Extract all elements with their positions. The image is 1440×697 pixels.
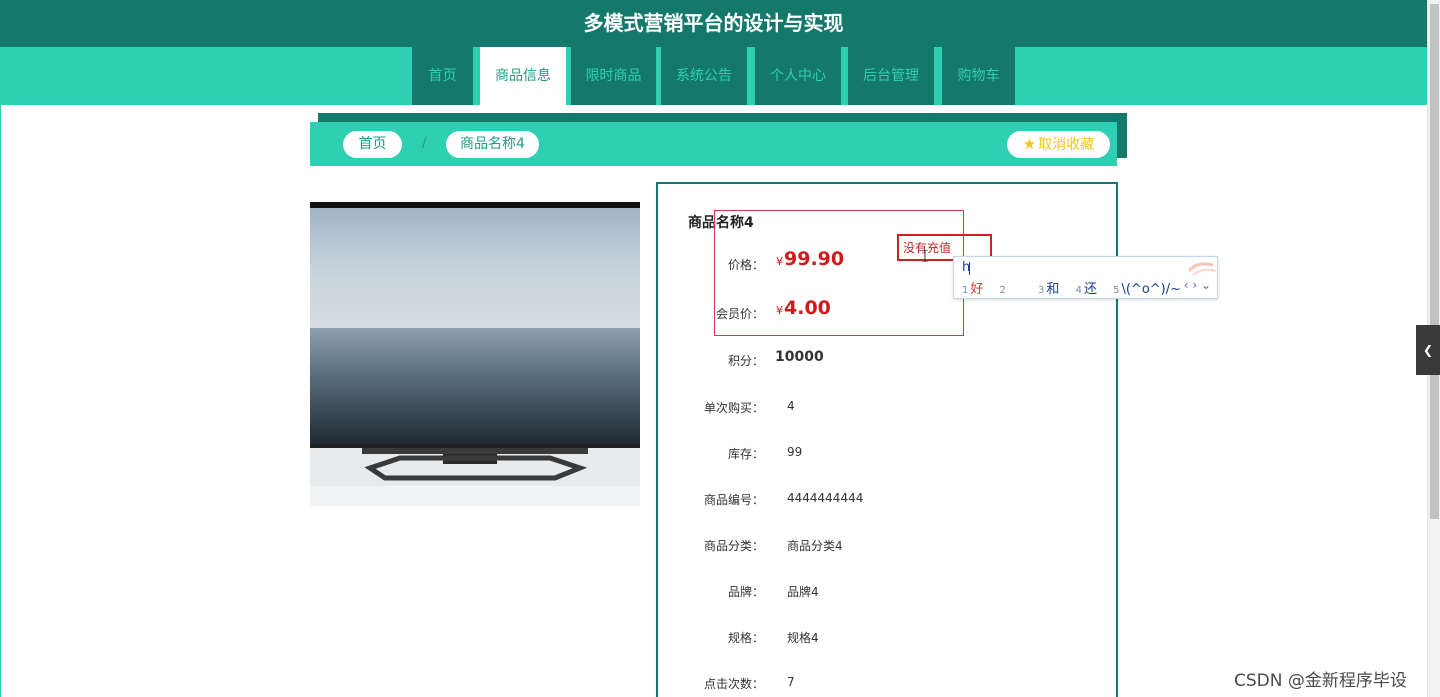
field-value: 商品分类4 — [787, 539, 843, 553]
site-title: 多模式营销平台的设计与实现 — [583, 11, 844, 35]
site-header: 多模式营销平台的设计与实现 — [0, 0, 1427, 47]
page-left-edge — [0, 105, 1, 697]
text-cursor-icon — [922, 250, 928, 262]
breadcrumb-home-link[interactable]: 首页 — [343, 131, 402, 158]
cancel-favorite-button[interactable]: ★ 取消收藏 — [1007, 131, 1110, 158]
side-panel-toggle[interactable]: ❮ — [1416, 325, 1440, 375]
field-value: 7 — [787, 675, 795, 689]
field-label: 商品编号： — [703, 493, 764, 507]
field-value: 4 — [787, 399, 795, 413]
field-value: 4444444444 — [787, 491, 864, 505]
ime-candidate[interactable]: 和 — [1046, 282, 1059, 297]
breadcrumb-separator: / — [422, 135, 427, 151]
ime-candidate[interactable]: 还 — [1084, 282, 1097, 297]
star-icon: ★ — [1022, 135, 1037, 153]
points-value: 10000 — [775, 349, 824, 365]
field-label: 库存： — [727, 447, 764, 461]
page: 多模式营销平台的设计与实现 首页 商品信息 限时商品 系统公告 个人中心 后台管… — [0, 0, 1440, 697]
field-value: 规格4 — [787, 631, 819, 645]
annotation-highlight-box — [714, 210, 964, 336]
ime-candidate[interactable]: 好 — [970, 282, 983, 297]
nav-tab-cart[interactable]: 购物车 — [942, 47, 1015, 105]
field-value: 99 — [787, 445, 803, 459]
nav-tab-home[interactable]: 首页 — [412, 47, 473, 105]
ime-candidate-number: 2 — [999, 285, 1006, 296]
cancel-favorite-label: 取消收藏 — [1038, 137, 1095, 153]
chevron-left-icon: ❮ — [1422, 343, 1434, 357]
nav-tab-products[interactable]: 商品信息 — [480, 47, 566, 105]
ime-candidate-number: 4 — [1075, 285, 1082, 296]
field-label: 商品分类： — [703, 539, 764, 553]
ime-candidates: 1好 2 3和 4还 5 \(^o^)/~ — [962, 278, 1193, 297]
nav-tab-profile[interactable]: 个人中心 — [755, 47, 841, 105]
breadcrumb-current: 商品名称4 — [446, 131, 539, 158]
ime-skin-icon — [1187, 262, 1217, 276]
field-label: 品牌： — [727, 585, 764, 599]
watermark: CSDN @金新程序毕设 — [1234, 671, 1407, 691]
ime-candidate-number: 1 — [962, 285, 969, 296]
field-label: 点击次数： — [703, 677, 764, 691]
nav-tab-flash-sale[interactable]: 限时商品 — [571, 47, 656, 105]
main-nav: 首页 商品信息 限时商品 系统公告 个人中心 后台管理 购物车 — [0, 47, 1427, 105]
breadcrumb: 首页 / 商品名称4 ★ 取消收藏 — [310, 122, 1117, 166]
field-label: 规格： — [727, 631, 764, 645]
ime-candidate-number: 3 — [1038, 285, 1045, 296]
points-label: 积分： — [727, 354, 764, 368]
field-value: 品牌4 — [787, 585, 819, 599]
ime-candidate[interactable]: \(^o^)/~ — [1121, 282, 1181, 297]
scrollbar-thumb[interactable] — [1430, 4, 1439, 519]
field-label: 单次购买： — [703, 401, 764, 415]
ime-page-arrows[interactable]: ‹ › ⌄ — [1184, 278, 1211, 292]
nav-tab-admin[interactable]: 后台管理 — [848, 47, 934, 105]
product-image — [310, 202, 640, 506]
ime-candidate-window[interactable]: h 1好 2 3和 4还 5 \(^o^)/~ ‹ › ⌄ — [953, 256, 1218, 299]
ime-candidate-number: 5 — [1113, 285, 1120, 296]
ime-caret — [969, 262, 970, 275]
nav-tab-announcements[interactable]: 系统公告 — [661, 47, 747, 105]
